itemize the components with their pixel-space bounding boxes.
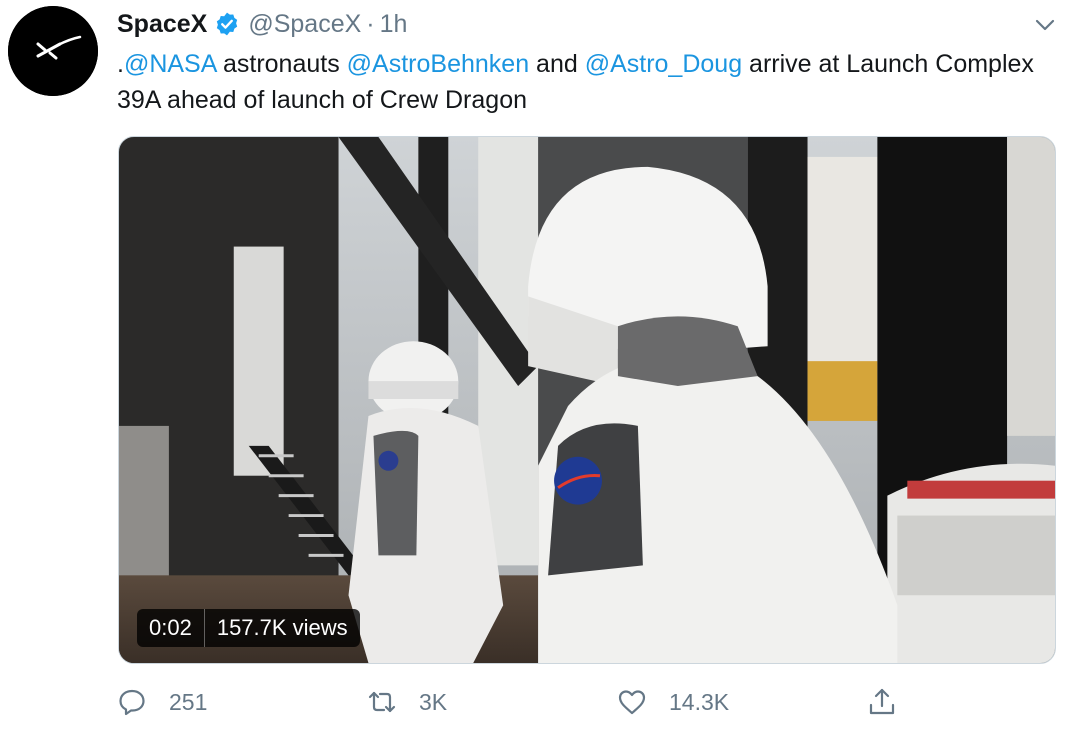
mention-astrobehnken[interactable]: @AstroBehnken <box>347 50 529 78</box>
tweet-timestamp[interactable]: 1h <box>380 10 408 39</box>
video-info-badge: 0:02 157.7K views <box>137 609 360 647</box>
separator-dot: · <box>366 9 375 38</box>
video-views: 157.7K views <box>216 615 348 640</box>
avatar[interactable] <box>8 6 98 96</box>
mention-astro-doug[interactable]: @Astro_Doug <box>585 50 742 78</box>
text-prefix: . <box>117 50 124 78</box>
video-duration: 0:02 <box>149 615 192 640</box>
tweet-text: .@NASA astronauts @AstroBehnken and @Ast… <box>117 46 1047 118</box>
badge-divider <box>203 609 205 647</box>
spacex-logo-icon <box>8 6 98 96</box>
reply-button[interactable]: 251 <box>117 682 207 722</box>
retweet-count: 3K <box>419 688 448 715</box>
share-button[interactable] <box>867 682 919 722</box>
reply-icon <box>117 687 147 717</box>
chevron-down-icon[interactable] <box>1032 12 1058 38</box>
retweet-button[interactable]: 3K <box>367 682 447 722</box>
reply-count: 251 <box>169 688 208 715</box>
video-thumbnail <box>119 137 1055 663</box>
author-handle[interactable]: @SpaceX <box>248 10 361 39</box>
like-count: 14.3K <box>669 688 730 715</box>
tweet-actions: 251 3K 14.3K <box>117 682 917 722</box>
text-part-2: and <box>529 50 585 78</box>
text-part-1: astronauts <box>216 50 347 78</box>
author-name[interactable]: SpaceX <box>117 10 207 39</box>
share-icon <box>867 687 897 717</box>
like-button[interactable]: 14.3K <box>617 682 729 722</box>
tweet-header: SpaceX @SpaceX · 1h <box>117 6 407 42</box>
verified-badge-icon <box>214 11 240 37</box>
like-icon <box>617 687 647 717</box>
retweet-icon <box>367 687 397 717</box>
video-player[interactable]: 0:02 157.7K views <box>118 136 1056 664</box>
mention-nasa[interactable]: @NASA <box>124 50 216 78</box>
